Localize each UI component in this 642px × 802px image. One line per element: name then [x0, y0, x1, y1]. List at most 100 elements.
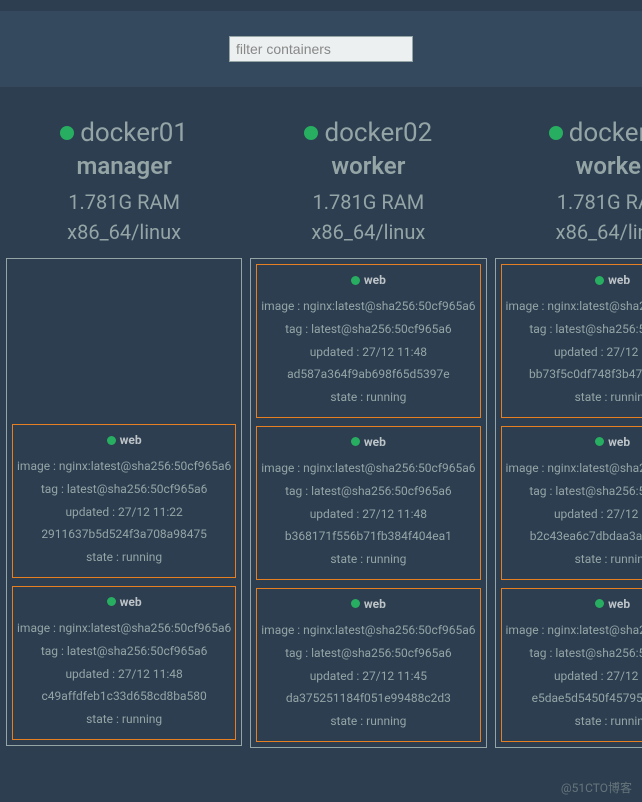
container-state: state : running	[506, 710, 642, 733]
node-column: docker02 worker 1.781G RAM x86_64/linuxweb i…	[250, 118, 486, 748]
filter-section	[0, 10, 642, 88]
node-role: worker	[331, 152, 405, 180]
node-name: docker03	[569, 118, 642, 148]
container-card[interactable]: web image : nginx:latest@sha256:50cf965a6…	[256, 588, 480, 742]
status-indicator-icon	[351, 276, 360, 285]
container-title: web	[506, 597, 642, 611]
status-indicator-icon	[107, 597, 116, 606]
container-updated: updated : 27/12 11:48	[506, 665, 642, 688]
container-state: state : running	[17, 708, 231, 731]
status-indicator-icon	[60, 126, 74, 140]
containers-box: web image : nginx:latest@sha256:50cf965a6…	[6, 258, 242, 746]
node-arch: x86_64/linux	[67, 220, 181, 244]
container-image: image : nginx:latest@sha256:50cf965a6	[506, 295, 642, 318]
status-indicator-icon	[351, 437, 360, 446]
container-name: web	[608, 273, 630, 287]
status-indicator-icon	[351, 599, 360, 608]
container-state: state : running	[17, 546, 231, 569]
container-id: c49affdfeb1c33d658cd8ba580	[17, 685, 231, 708]
container-card[interactable]: web image : nginx:latest@sha256:50cf965a6…	[256, 426, 480, 580]
container-state: state : running	[261, 710, 475, 733]
container-image: image : nginx:latest@sha256:50cf965a6	[17, 617, 231, 640]
containers-box: web image : nginx:latest@sha256:50cf965a6…	[495, 258, 642, 748]
container-card[interactable]: web image : nginx:latest@sha256:50cf965a6…	[501, 426, 642, 580]
node-title[interactable]: docker02	[304, 118, 432, 148]
container-state: state : running	[506, 386, 642, 409]
container-image: image : nginx:latest@sha256:50cf965a6	[261, 619, 475, 642]
container-id: b2c43ea6c7dbdaa3ad9ca719b	[506, 525, 642, 548]
node-role: worker	[576, 152, 642, 180]
container-state: state : running	[261, 386, 475, 409]
status-indicator-icon	[595, 437, 604, 446]
container-title: web	[261, 435, 475, 449]
container-state: state : running	[261, 548, 475, 571]
container-updated: updated : 27/12 11:48	[17, 663, 231, 686]
container-title: web	[261, 597, 475, 611]
container-title: web	[17, 595, 231, 609]
container-card[interactable]: web image : nginx:latest@sha256:50cf965a6…	[12, 586, 236, 740]
node-ram: 1.781G RAM	[313, 190, 425, 214]
container-name: web	[608, 597, 630, 611]
container-id: ad587a364f9ab698f65d5397e	[261, 363, 475, 386]
node-column: docker01 manager 1.781G RAM x86_64/linuxweb…	[6, 118, 242, 748]
container-name: web	[120, 595, 142, 609]
containers-box: web image : nginx:latest@sha256:50cf965a6…	[250, 258, 486, 748]
container-updated: updated : 27/12 11:15	[506, 341, 642, 364]
status-indicator-icon	[107, 436, 116, 445]
container-card[interactable]: web image : nginx:latest@sha256:50cf965a6…	[256, 264, 480, 418]
container-updated: updated : 27/12 11:22	[17, 501, 231, 524]
status-indicator-icon	[304, 126, 318, 140]
container-card[interactable]: web image : nginx:latest@sha256:50cf965a6…	[12, 424, 236, 578]
container-tag: tag : latest@sha256:50cf965a6	[506, 480, 642, 503]
container-name: web	[608, 435, 630, 449]
container-tag: tag : latest@sha256:50cf965a6	[261, 318, 475, 341]
status-indicator-icon	[595, 276, 604, 285]
container-tag: tag : latest@sha256:50cf965a6	[506, 318, 642, 341]
container-updated: updated : 27/12 11:45	[261, 665, 475, 688]
status-indicator-icon	[549, 126, 563, 140]
top-bar	[0, 0, 642, 10]
container-tag: tag : latest@sha256:50cf965a6	[17, 478, 231, 501]
node-title[interactable]: docker03	[549, 118, 642, 148]
container-updated: updated : 27/12 11:48	[261, 503, 475, 526]
container-tag: tag : latest@sha256:50cf965a6	[261, 480, 475, 503]
node-column: docker03 worker 1.781G RAM x86_64/linuxweb i…	[495, 118, 642, 748]
status-indicator-icon	[595, 599, 604, 608]
container-id: e5dae5d5450f457954b2fc776	[506, 687, 642, 710]
container-image: image : nginx:latest@sha256:50cf965a6	[261, 295, 475, 318]
filter-input[interactable]	[229, 36, 413, 62]
node-arch: x86_64/linux	[311, 220, 425, 244]
node-ram: 1.781G RAM	[68, 190, 180, 214]
container-name: web	[364, 435, 386, 449]
container-updated: updated : 27/12 11:48	[261, 341, 475, 364]
container-image: image : nginx:latest@sha256:50cf965a6	[17, 455, 231, 478]
container-id: b368171f556b71fb384f404ea1	[261, 525, 475, 548]
container-title: web	[506, 273, 642, 287]
container-updated: updated : 27/12 11:48	[506, 503, 642, 526]
container-title: web	[17, 433, 231, 447]
container-card[interactable]: web image : nginx:latest@sha256:50cf965a6…	[501, 264, 642, 418]
node-arch: x86_64/linux	[556, 220, 642, 244]
container-title: web	[261, 273, 475, 287]
container-image: image : nginx:latest@sha256:50cf965a6	[261, 457, 475, 480]
node-ram: 1.781G RAM	[557, 190, 642, 214]
node-title[interactable]: docker01	[60, 118, 188, 148]
container-id: 2911637b5d524f3a708a98475	[17, 523, 231, 546]
container-title: web	[506, 435, 642, 449]
container-tag: tag : latest@sha256:50cf965a6	[506, 642, 642, 665]
nodes-container: docker01 manager 1.781G RAM x86_64/linuxweb…	[0, 88, 642, 748]
watermark: @51CTO博客	[561, 779, 632, 796]
container-tag: tag : latest@sha256:50cf965a6	[261, 642, 475, 665]
container-name: web	[120, 433, 142, 447]
container-tag: tag : latest@sha256:50cf965a6	[17, 640, 231, 663]
node-name: docker01	[80, 118, 188, 148]
container-id: bb73f5c0df748f3b4773969088	[506, 363, 642, 386]
container-name: web	[364, 273, 386, 287]
node-name: docker02	[324, 118, 432, 148]
container-name: web	[364, 597, 386, 611]
container-id: da375251184f051e99488c2d3	[261, 687, 475, 710]
container-card[interactable]: web image : nginx:latest@sha256:50cf965a6…	[501, 588, 642, 742]
container-image: image : nginx:latest@sha256:50cf965a6	[506, 619, 642, 642]
container-image: image : nginx:latest@sha256:50cf965a6	[506, 457, 642, 480]
node-role: manager	[77, 152, 172, 180]
